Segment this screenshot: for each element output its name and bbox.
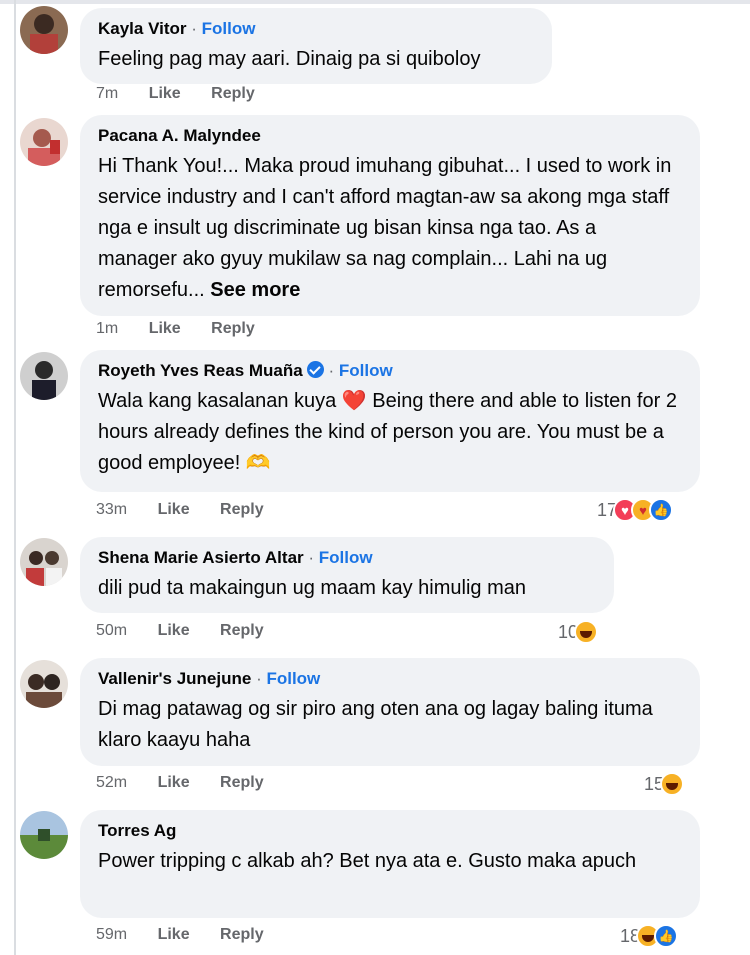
separator-dot: · bbox=[308, 548, 319, 567]
comment-bubble: Royeth Yves Reas Muaña · Follow Wala kan… bbox=[80, 350, 700, 492]
author-name[interactable]: Royeth Yves Reas Muaña bbox=[98, 361, 303, 380]
comment-text: Hi Thank You!... Maka proud imuhang gibu… bbox=[98, 155, 677, 301]
avatar[interactable] bbox=[20, 352, 68, 400]
follow-button[interactable]: Follow bbox=[266, 669, 320, 688]
see-more-link[interactable]: See more bbox=[210, 279, 300, 301]
comment-bubble: Torres Ag Power tripping c alkab ah? Bet… bbox=[80, 810, 700, 918]
separator-dot: · bbox=[328, 361, 339, 380]
like-button[interactable]: Like bbox=[149, 85, 181, 102]
reply-button[interactable]: Reply bbox=[220, 622, 264, 639]
reaction-summary[interactable]: 15 bbox=[644, 772, 685, 796]
reply-button[interactable]: Reply bbox=[220, 501, 264, 518]
comment-bubble: Vallenir's Junejune · Follow Di mag pata… bbox=[80, 658, 700, 766]
timestamp[interactable]: 50m bbox=[96, 622, 127, 639]
reply-button[interactable]: Reply bbox=[211, 320, 255, 337]
follow-button[interactable]: Follow bbox=[319, 548, 373, 567]
author-name[interactable]: Pacana A. Malyndee bbox=[98, 126, 261, 145]
reply-button[interactable]: Reply bbox=[211, 85, 255, 102]
comment-text: dili pud ta makaingun ug maam kay himuli… bbox=[98, 577, 526, 599]
comment-text: Feeling pag may aari. Dinaig pa si quibo… bbox=[98, 48, 481, 70]
haha-reaction-icon bbox=[574, 620, 599, 644]
like-reaction-icon: 👍 bbox=[654, 924, 679, 948]
like-button[interactable]: Like bbox=[149, 320, 181, 337]
avatar[interactable] bbox=[20, 6, 68, 54]
author-name[interactable]: Vallenir's Junejune bbox=[98, 669, 251, 688]
comment-text: Power tripping c alkab ah? Bet nya ata e… bbox=[98, 850, 637, 872]
reaction-summary[interactable]: 18 👍 bbox=[620, 924, 679, 948]
like-button[interactable]: Like bbox=[158, 501, 190, 518]
reaction-summary[interactable]: 10 bbox=[558, 620, 599, 644]
comment-bubble: Kayla Vitor · Follow Feeling pag may aar… bbox=[80, 8, 552, 84]
verified-badge-icon bbox=[306, 361, 324, 378]
follow-button[interactable]: Follow bbox=[339, 361, 393, 380]
thread-line bbox=[14, 0, 16, 955]
timestamp[interactable]: 52m bbox=[96, 774, 127, 791]
avatar[interactable] bbox=[20, 538, 68, 586]
avatar[interactable] bbox=[20, 660, 68, 708]
avatar[interactable] bbox=[20, 811, 68, 859]
timestamp[interactable]: 33m bbox=[96, 501, 127, 518]
comment-actions: 33m Like Reply bbox=[96, 501, 290, 519]
comment-text: Di mag patawag og sir piro ang oten ana … bbox=[98, 698, 659, 751]
reply-button[interactable]: Reply bbox=[220, 774, 264, 791]
separator-dot: · bbox=[191, 19, 202, 38]
author-name[interactable]: Shena Marie Asierto Altar bbox=[98, 548, 304, 567]
timestamp[interactable]: 59m bbox=[96, 926, 127, 943]
follow-button[interactable]: Follow bbox=[202, 19, 256, 38]
comment-actions: 1m Like Reply bbox=[96, 320, 281, 338]
comment-actions: 59m Like Reply bbox=[96, 926, 290, 944]
author-name[interactable]: Torres Ag bbox=[98, 821, 176, 840]
comment-bubble: Pacana A. Malyndee Hi Thank You!... Maka… bbox=[80, 115, 700, 316]
top-divider bbox=[0, 0, 750, 4]
like-button[interactable]: Like bbox=[158, 774, 190, 791]
author-name[interactable]: Kayla Vitor bbox=[98, 19, 187, 38]
comment-actions: 50m Like Reply bbox=[96, 622, 290, 640]
like-button[interactable]: Like bbox=[158, 926, 190, 943]
timestamp[interactable]: 7m bbox=[96, 85, 118, 102]
comment-text: Wala kang kasalanan kuya ❤️ Being there … bbox=[98, 390, 683, 474]
reaction-summary[interactable]: 17 ♥ ♥ 👍 bbox=[597, 498, 674, 522]
like-button[interactable]: Like bbox=[158, 622, 190, 639]
separator-dot: · bbox=[256, 669, 267, 688]
timestamp[interactable]: 1m bbox=[96, 320, 118, 337]
haha-reaction-icon bbox=[660, 772, 685, 796]
comment-bubble: Shena Marie Asierto Altar · Follow dili … bbox=[80, 537, 614, 613]
like-reaction-icon: 👍 bbox=[649, 498, 674, 522]
avatar[interactable] bbox=[20, 118, 68, 166]
comment-actions: 7m Like Reply bbox=[96, 85, 281, 103]
reply-button[interactable]: Reply bbox=[220, 926, 264, 943]
comment-actions: 52m Like Reply bbox=[96, 774, 290, 792]
